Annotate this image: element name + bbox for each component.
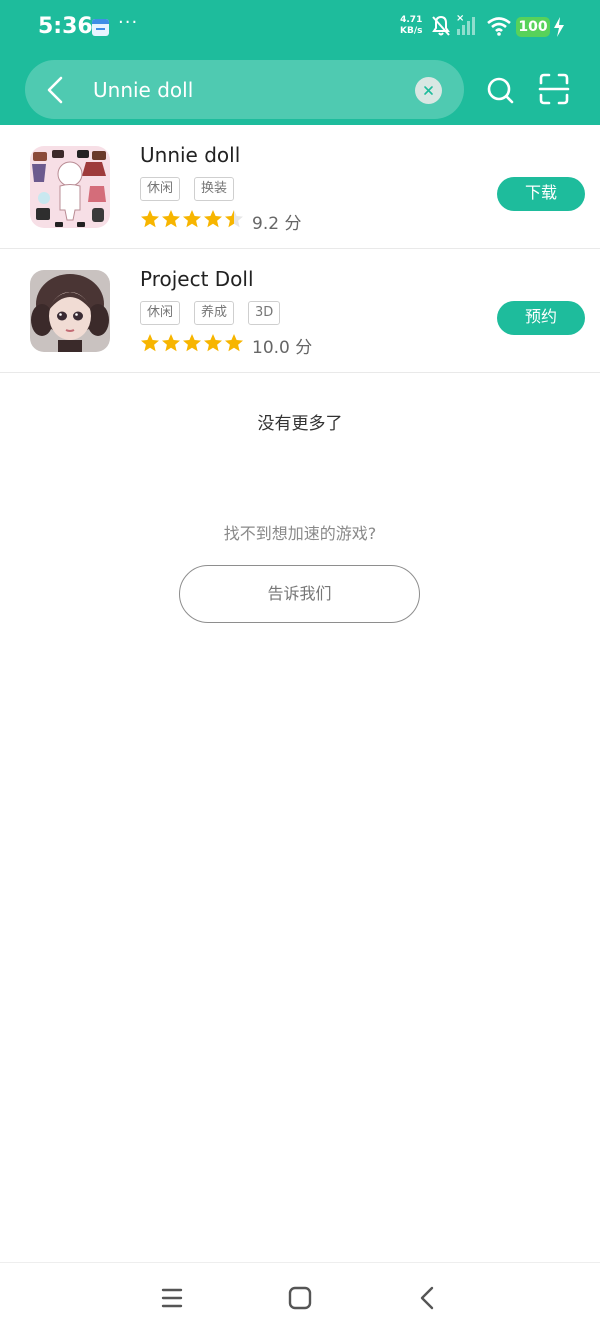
tag: 3D — [248, 301, 281, 325]
charging-icon — [553, 16, 565, 42]
status-bar: 5:36 ··· 4.71 KB/s × 100 — [0, 0, 600, 56]
download-button[interactable]: 下载 — [497, 177, 585, 211]
app-name[interactable]: Unnie doll — [140, 143, 240, 167]
rating-score: 10.0 分 — [252, 338, 313, 358]
star-icon — [225, 334, 243, 352]
star-icon — [162, 334, 180, 352]
calendar-icon — [92, 19, 109, 36]
result-row[interactable]: Project Doll 休闲 养成 3D 10.0 分 预约 — [0, 249, 600, 373]
star-icon — [204, 334, 222, 352]
battery-indicator: 100 — [516, 17, 550, 37]
home-icon[interactable] — [285, 1283, 315, 1313]
star-icon — [141, 334, 159, 352]
not-found-prompt: 找不到想加速的游戏? — [223, 524, 377, 543]
status-time: 5:36 — [38, 14, 93, 39]
no-more-label: 没有更多了 — [257, 414, 343, 434]
star-rating — [140, 333, 244, 357]
net-speed: 4.71 KB/s — [400, 15, 422, 37]
reserve-button[interactable]: 预约 — [497, 301, 585, 335]
menu-icon[interactable] — [157, 1283, 187, 1313]
tag-list: 休闲 换装 — [140, 177, 248, 201]
app-icon-project-doll[interactable] — [30, 270, 110, 352]
star-icon — [162, 210, 180, 228]
search-icon[interactable] — [484, 72, 518, 108]
system-nav-bar — [0, 1262, 600, 1333]
tag-list: 休闲 养成 3D — [140, 301, 294, 325]
app-icon-unnie-doll[interactable] — [30, 146, 110, 228]
tell-us-button[interactable]: 告诉我们 — [179, 565, 420, 623]
svg-text:×: × — [456, 13, 464, 24]
result-row[interactable]: Unnie doll 休闲 换装 9.2 分 下载 — [0, 125, 600, 249]
mute-icon — [431, 14, 451, 42]
signal-icon: × — [456, 13, 480, 41]
tag: 休闲 — [140, 301, 181, 325]
wifi-icon — [486, 16, 512, 40]
net-speed-value: 4.71 — [400, 15, 423, 25]
star-icon — [183, 334, 201, 352]
header-bar: 5:36 ··· 4.71 KB/s × 100 — [0, 0, 600, 125]
star-rating — [140, 209, 244, 233]
star-icon — [141, 210, 159, 228]
star-icon — [183, 210, 201, 228]
more-notifications-icon: ··· — [118, 12, 139, 33]
back-arrow-icon[interactable] — [38, 72, 74, 108]
tag: 养成 — [194, 301, 235, 325]
half-star-icon — [225, 210, 243, 228]
star-icon — [204, 210, 222, 228]
clear-icon[interactable] — [415, 77, 442, 104]
search-input[interactable] — [93, 73, 403, 107]
back-nav-icon[interactable] — [413, 1283, 443, 1313]
net-speed-unit: KB/s — [400, 26, 423, 36]
tag: 休闲 — [140, 177, 181, 201]
scan-icon[interactable] — [538, 72, 570, 106]
tag: 换装 — [194, 177, 235, 201]
app-name[interactable]: Project Doll — [140, 267, 254, 291]
rating-score: 9.2 分 — [252, 214, 302, 234]
